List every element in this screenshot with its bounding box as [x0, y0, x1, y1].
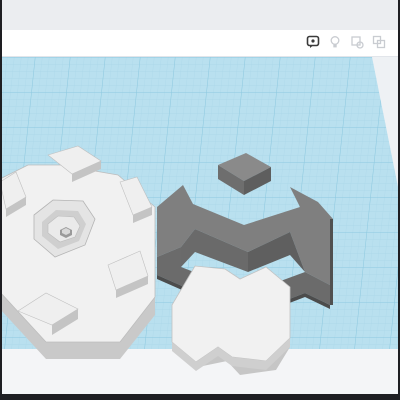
note-icon[interactable] — [304, 33, 322, 51]
window-frame-left — [0, 0, 2, 400]
3d-viewport[interactable] — [0, 57, 400, 400]
toolbar-icon-group — [304, 33, 388, 51]
group-icon[interactable] — [370, 33, 388, 51]
design-window — [0, 0, 400, 400]
window-frame-bottom — [0, 394, 400, 400]
window-top-bar — [0, 0, 400, 31]
light-bulb-icon[interactable] — [326, 33, 344, 51]
scene-canvas[interactable] — [0, 57, 400, 400]
view-toolbar — [0, 30, 400, 57]
shape-outline-icon[interactable] — [348, 33, 366, 51]
double-hexagon-plate[interactable] — [171, 265, 291, 375]
